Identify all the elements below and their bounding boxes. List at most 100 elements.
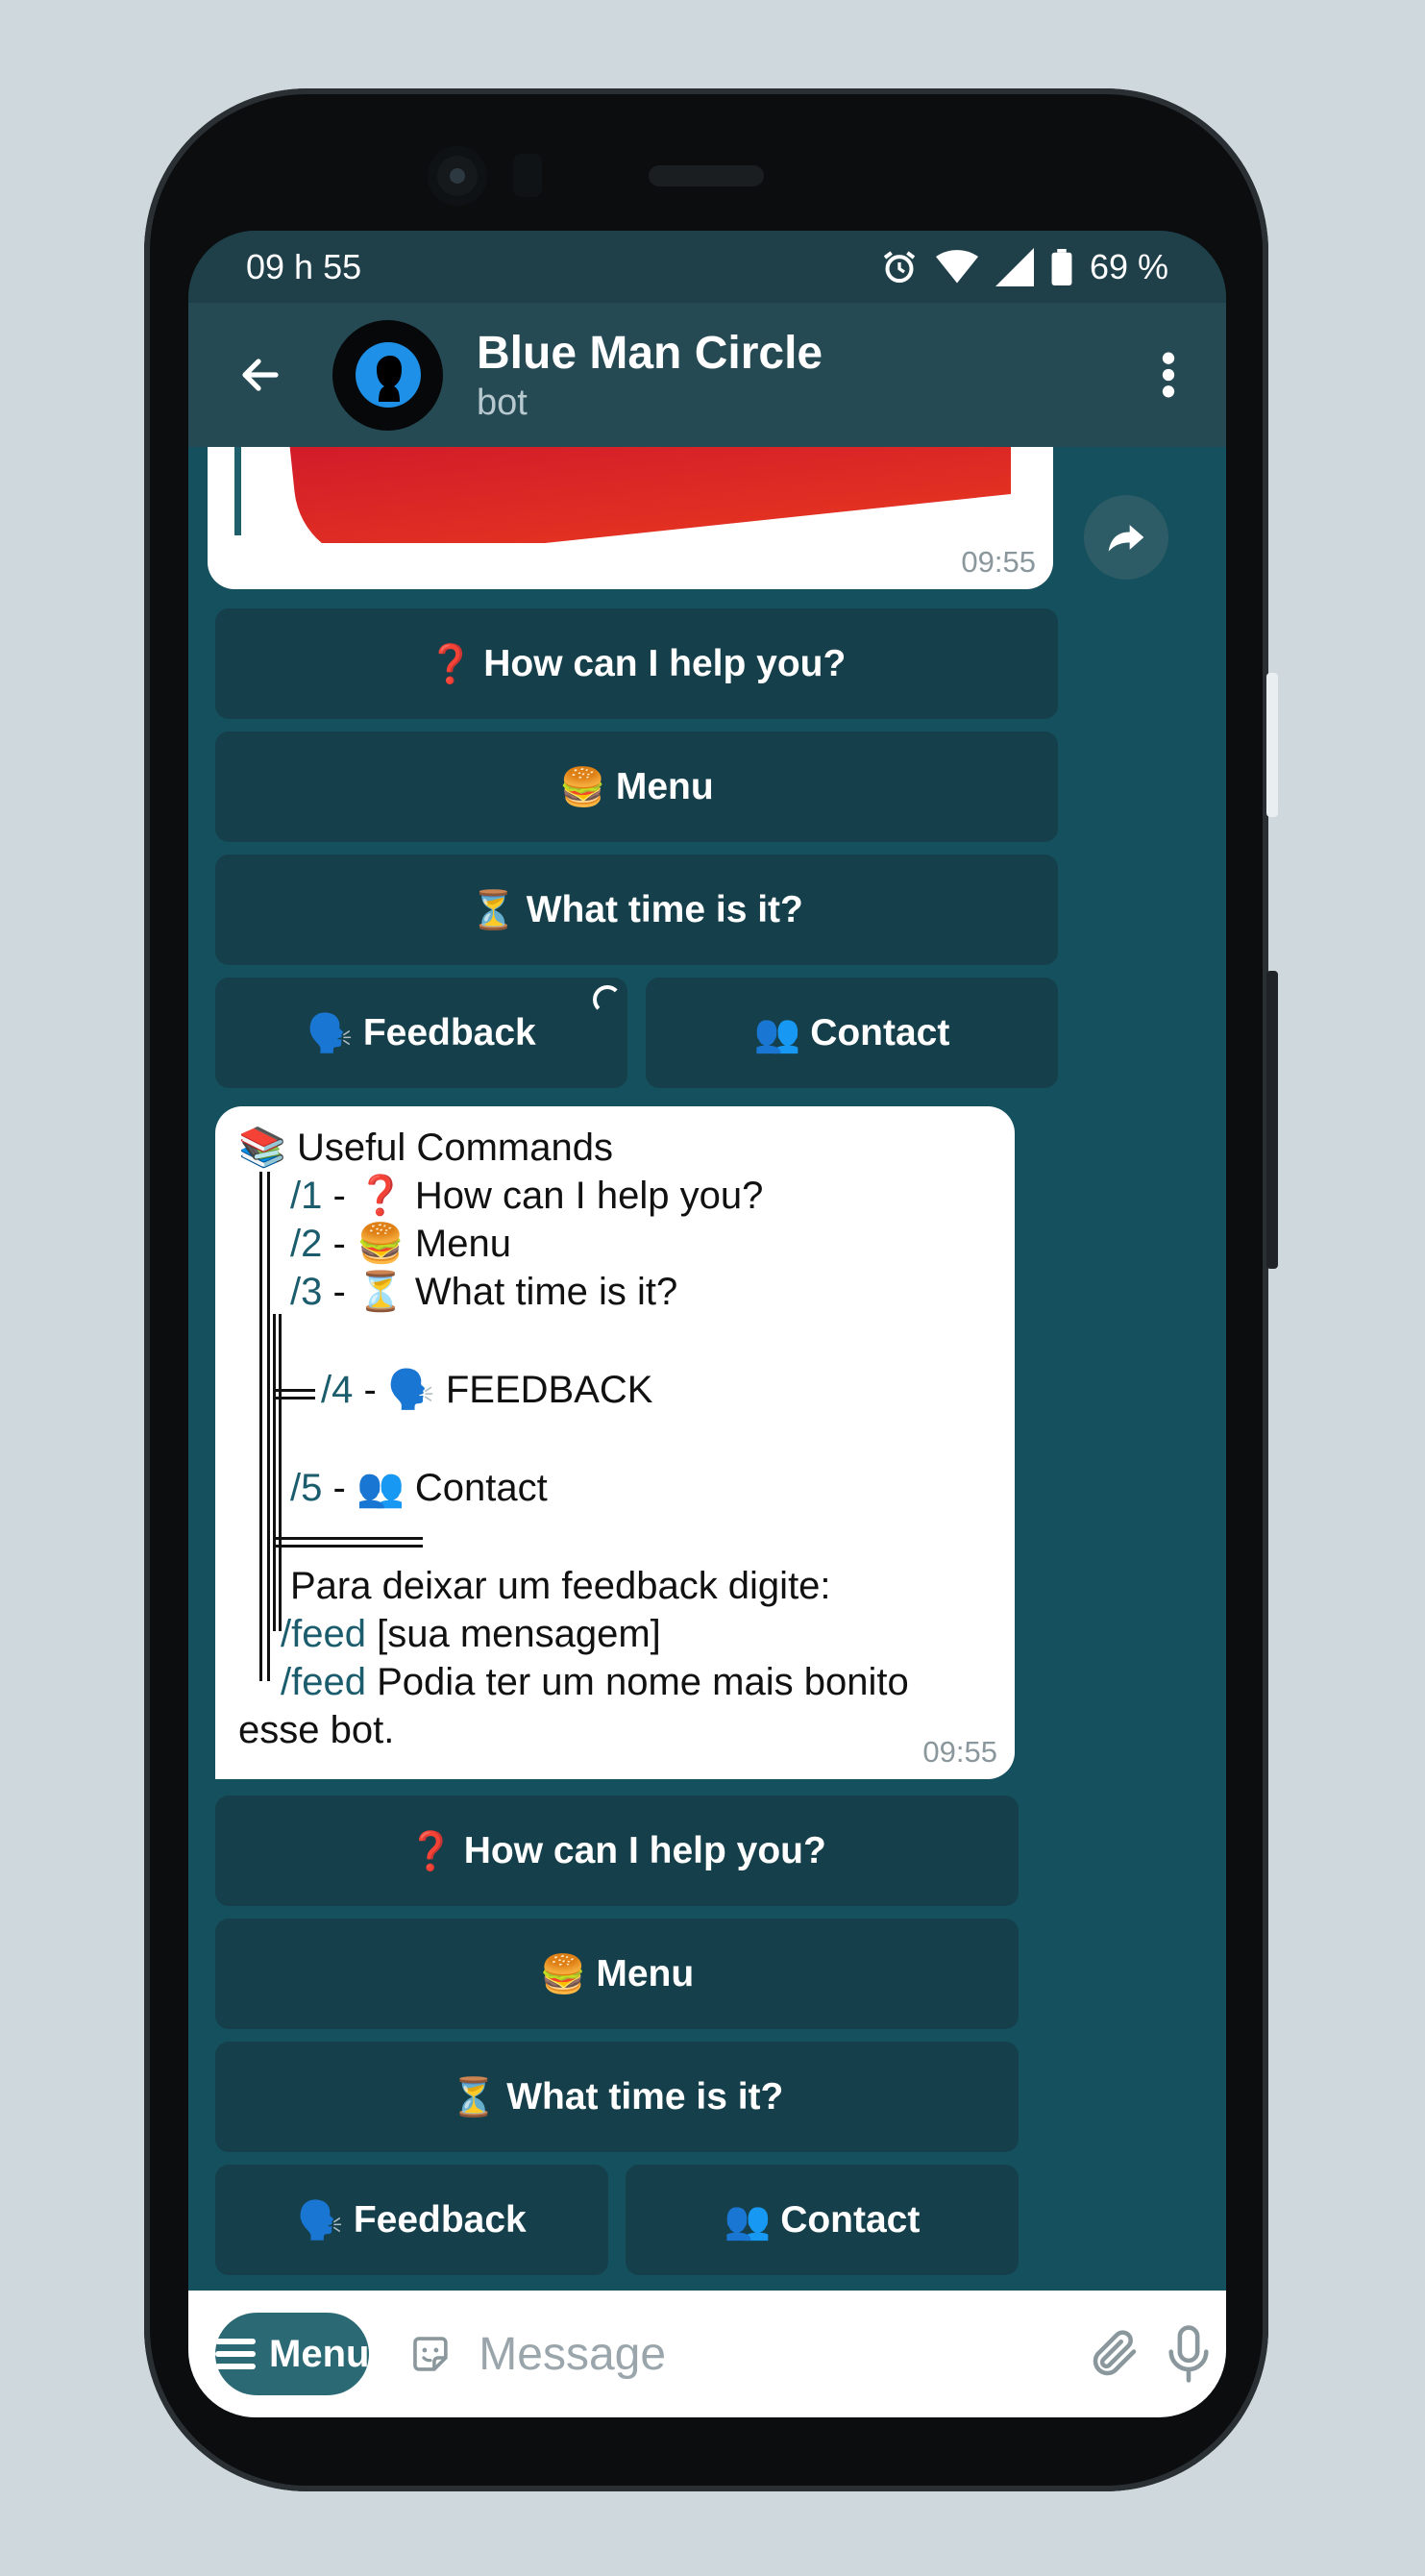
- books-icon: 📚: [238, 1127, 286, 1169]
- people-icon: 👥: [724, 2199, 772, 2242]
- question-icon: ❓: [356, 1175, 405, 1217]
- kb-feedback-button[interactable]: 🗣️ Feedback: [215, 978, 627, 1088]
- command-line: /3 - ⏳ What time is it?: [290, 1268, 677, 1316]
- kb-time-button[interactable]: ⏳ What time is it?: [215, 855, 1058, 965]
- status-bar: 09 h 55 69 %: [188, 231, 1226, 303]
- proximity-sensor: [513, 154, 542, 197]
- message-bubble-image[interactable]: 09:55: [208, 447, 1053, 589]
- question-icon: ❓: [427, 643, 475, 685]
- battery-icon: [1051, 248, 1072, 285]
- feed-line: /feed [sua mensagem]: [281, 1610, 661, 1658]
- power-button: [1266, 971, 1278, 1269]
- hourglass-icon: ⏳: [450, 2076, 498, 2118]
- tree-line: [273, 1314, 276, 1631]
- kb-help-button[interactable]: ❓ How can I help you?: [215, 1796, 1019, 1906]
- burger-icon: 🍔: [356, 1223, 405, 1265]
- chat-title-area[interactable]: Blue Man Circle bot: [477, 326, 1111, 424]
- attach-button[interactable]: [1077, 2325, 1151, 2383]
- kb-feedback-button[interactable]: 🗣️ Feedback: [215, 2165, 608, 2275]
- burger-icon: 🍔: [559, 766, 606, 808]
- people-icon: 👥: [356, 1467, 405, 1509]
- kb-menu-button[interactable]: 🍔 Menu: [215, 1919, 1019, 2029]
- feed-example: [sua mensagem]: [377, 1613, 661, 1655]
- command-text: Contact: [414, 1467, 548, 1509]
- volume-button: [1266, 673, 1278, 817]
- signal-icon: [995, 247, 1034, 286]
- menu-button-label: Menu: [269, 2332, 370, 2375]
- speaking-head-icon: 🗣️: [297, 2199, 344, 2242]
- feed-line: /feed Podia ter um nome mais bonito: [281, 1658, 909, 1706]
- front-camera: [428, 146, 487, 206]
- kb-label: Menu: [596, 1952, 695, 1994]
- tree-line: [259, 1172, 262, 1681]
- message-time: 09:55: [961, 545, 1036, 579]
- feedback-intro: Para deixar um feedback digite:: [290, 1565, 831, 1607]
- kb-label: What time is it?: [506, 2075, 784, 2118]
- blue-man-icon: [355, 342, 421, 408]
- command-sep: -: [363, 1369, 377, 1411]
- command-text: What time is it?: [414, 1271, 678, 1313]
- chat-header: Blue Man Circle bot: [188, 303, 1226, 447]
- sticker-icon[interactable]: [407, 2321, 454, 2387]
- tree-line: [267, 1172, 270, 1681]
- kb-label: Menu: [615, 765, 714, 807]
- message-input[interactable]: [477, 2326, 1078, 2382]
- command-link[interactable]: /feed: [281, 1613, 366, 1655]
- kb-label: How can I help you?: [463, 1829, 826, 1871]
- kb-contact-button[interactable]: 👥 Contact: [646, 978, 1058, 1088]
- command-sep: -: [332, 1175, 346, 1217]
- command-line: /2 - 🍔 Menu: [290, 1220, 511, 1268]
- tree-line: [273, 1537, 423, 1540]
- alarm-icon: [883, 250, 916, 283]
- message-input-bar: Menu: [188, 2291, 1226, 2417]
- command-link[interactable]: /4: [321, 1369, 353, 1411]
- commands-heading-text: Useful Commands: [296, 1127, 613, 1169]
- kb-contact-button[interactable]: 👥 Contact: [626, 2165, 1019, 2275]
- command-sep: -: [332, 1467, 346, 1509]
- feed-example: Podia ter um nome mais bonito: [377, 1661, 909, 1703]
- bot-menu-button[interactable]: Menu: [215, 2313, 370, 2395]
- command-link[interactable]: /2: [290, 1223, 322, 1265]
- kb-label: Feedback: [353, 2198, 527, 2241]
- share-arrow-icon: [1108, 525, 1144, 552]
- kb-time-button[interactable]: ⏳ What time is it?: [215, 2042, 1019, 2152]
- paperclip-icon: [1093, 2330, 1137, 2376]
- microphone-icon: [1168, 2325, 1209, 2383]
- kb-label: Contact: [780, 2198, 921, 2241]
- kb-help-button[interactable]: ❓ How can I help you?: [215, 608, 1058, 719]
- message-image[interactable]: [261, 447, 1011, 543]
- commands-heading: 📚 Useful Commands: [238, 1124, 613, 1172]
- kb-label: Contact: [810, 1011, 950, 1053]
- vertical-dots-icon: [1162, 352, 1175, 398]
- tree-line: [273, 1389, 315, 1392]
- command-link[interactable]: /feed: [281, 1661, 366, 1703]
- battery-percent: 69 %: [1089, 246, 1168, 286]
- command-link[interactable]: /1: [290, 1175, 322, 1217]
- kb-menu-button[interactable]: 🍔 Menu: [215, 731, 1058, 842]
- voice-button[interactable]: [1152, 2323, 1226, 2385]
- loading-spinner-icon: [593, 985, 622, 1014]
- people-icon: 👥: [753, 1012, 801, 1054]
- tree-line: [279, 1314, 282, 1631]
- question-icon: ❓: [407, 1830, 455, 1872]
- more-options-button[interactable]: [1111, 351, 1226, 399]
- command-link[interactable]: /5: [290, 1467, 322, 1509]
- command-text: How can I help you?: [414, 1175, 764, 1217]
- chat-subtitle: bot: [477, 383, 528, 423]
- quote-bar: [234, 447, 241, 535]
- message-bubble-commands[interactable]: 📚 Useful Commands /1 - ❓ How can I help …: [215, 1106, 1015, 1779]
- hourglass-icon: ⏳: [470, 889, 517, 931]
- kb-label: What time is it?: [526, 888, 803, 930]
- forward-button[interactable]: [1084, 495, 1168, 580]
- back-button[interactable]: [188, 303, 332, 447]
- hourglass-icon: ⏳: [356, 1271, 405, 1313]
- command-link[interactable]: /3: [290, 1271, 322, 1313]
- avatar[interactable]: [332, 319, 443, 431]
- screen: 09 h 55 69 % Blue Man Circle bot 09:55 ❓…: [188, 231, 1226, 2417]
- tree-line: [273, 1397, 315, 1399]
- command-sep: -: [332, 1271, 346, 1313]
- command-line: /5 - 👥 Contact: [290, 1464, 548, 1512]
- kb-label: How can I help you?: [483, 642, 847, 684]
- message-time: 09:55: [922, 1735, 997, 1769]
- burger-icon: 🍔: [539, 1953, 587, 1995]
